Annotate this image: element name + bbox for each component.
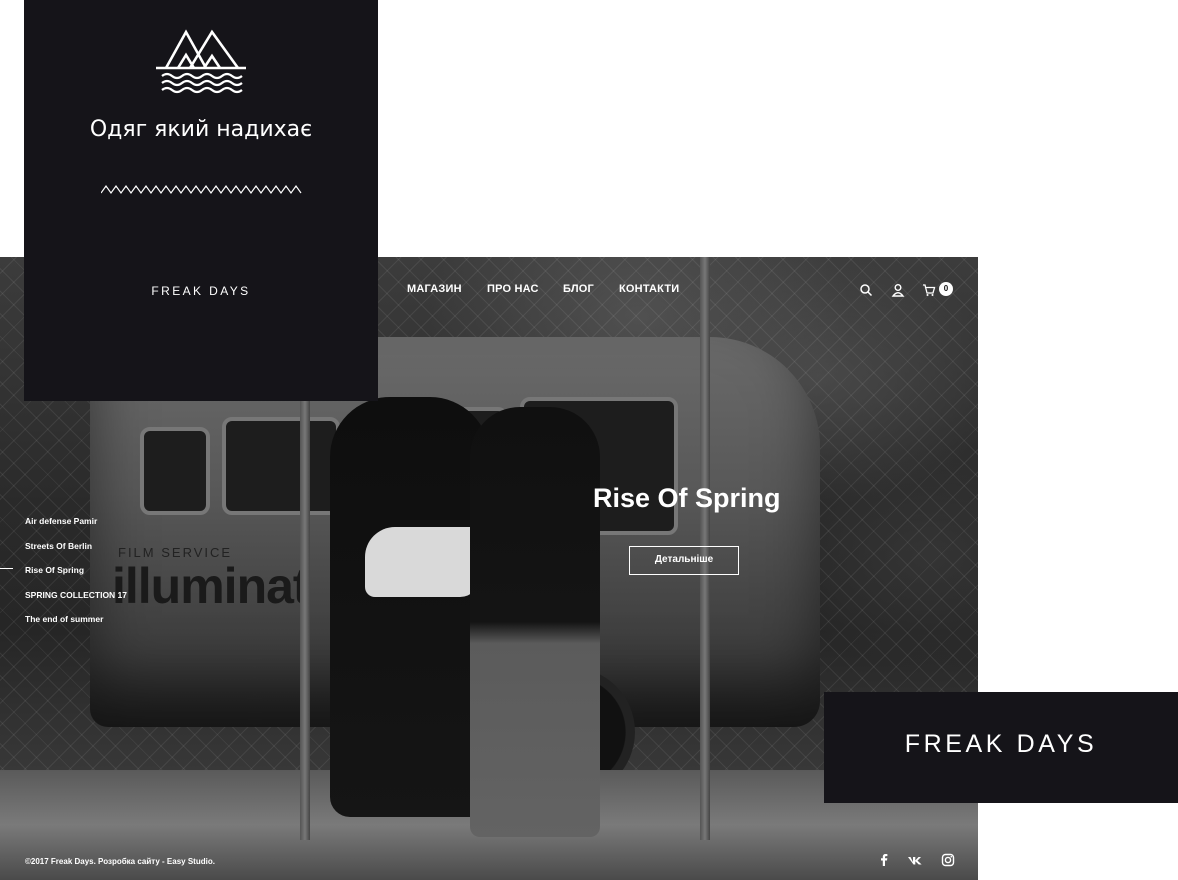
brand-wordmark-large: FREAK DAYS [904,730,1098,758]
slide-item-spring-collection[interactable]: SPRING COLLECTION 17 [25,590,127,600]
active-slide-marker [0,568,13,569]
vk-icon[interactable] [907,853,922,867]
slide-item-rise-of-spring[interactable]: Rise Of Spring [25,565,127,575]
brand-card-bottom: FREAK DAYS [824,692,1178,803]
van-window [222,417,340,515]
mountains-waves-logo [156,29,246,94]
instagram-icon[interactable] [941,853,955,867]
slide-list: Air defense Pamir Streets Of Berlin Rise… [25,516,127,639]
facebook-icon[interactable] [877,853,891,867]
person-shirt [365,527,480,597]
brand-card: Одяг який надихає FREAK DAYS [24,0,378,401]
cart-count-badge: 0 [939,282,953,296]
nav-item-contacts[interactable]: КОНТАКТИ [619,283,679,295]
slide-item-streets-of-berlin[interactable]: Streets Of Berlin [25,541,127,551]
person-image [330,397,490,817]
user-icon[interactable] [891,283,905,297]
details-button[interactable]: Детальніше [629,546,739,575]
slide-item-end-of-summer[interactable]: The end of summer [25,614,127,624]
brand-wordmark-small: FREAK DAYS [151,284,251,298]
hero-title: Rise Of Spring [593,483,781,513]
search-icon[interactable] [859,283,873,297]
copyright-text: ©2017 Freak Days. Розробка сайту - Easy … [25,857,215,866]
nav-item-shop[interactable]: МАГАЗИН [407,283,462,295]
zigzag-divider [101,184,302,195]
van-window [140,427,210,515]
nav-item-about[interactable]: ПРО НАС [487,283,539,295]
slide-item-air-defense-pamir[interactable]: Air defense Pamir [25,516,127,526]
person-image [470,407,600,837]
cart-icon[interactable] [922,283,936,297]
nav-item-blog[interactable]: БЛОГ [563,283,594,295]
van-lettering: illuminat [112,558,310,614]
tagline: Одяг який надихає [89,117,313,142]
